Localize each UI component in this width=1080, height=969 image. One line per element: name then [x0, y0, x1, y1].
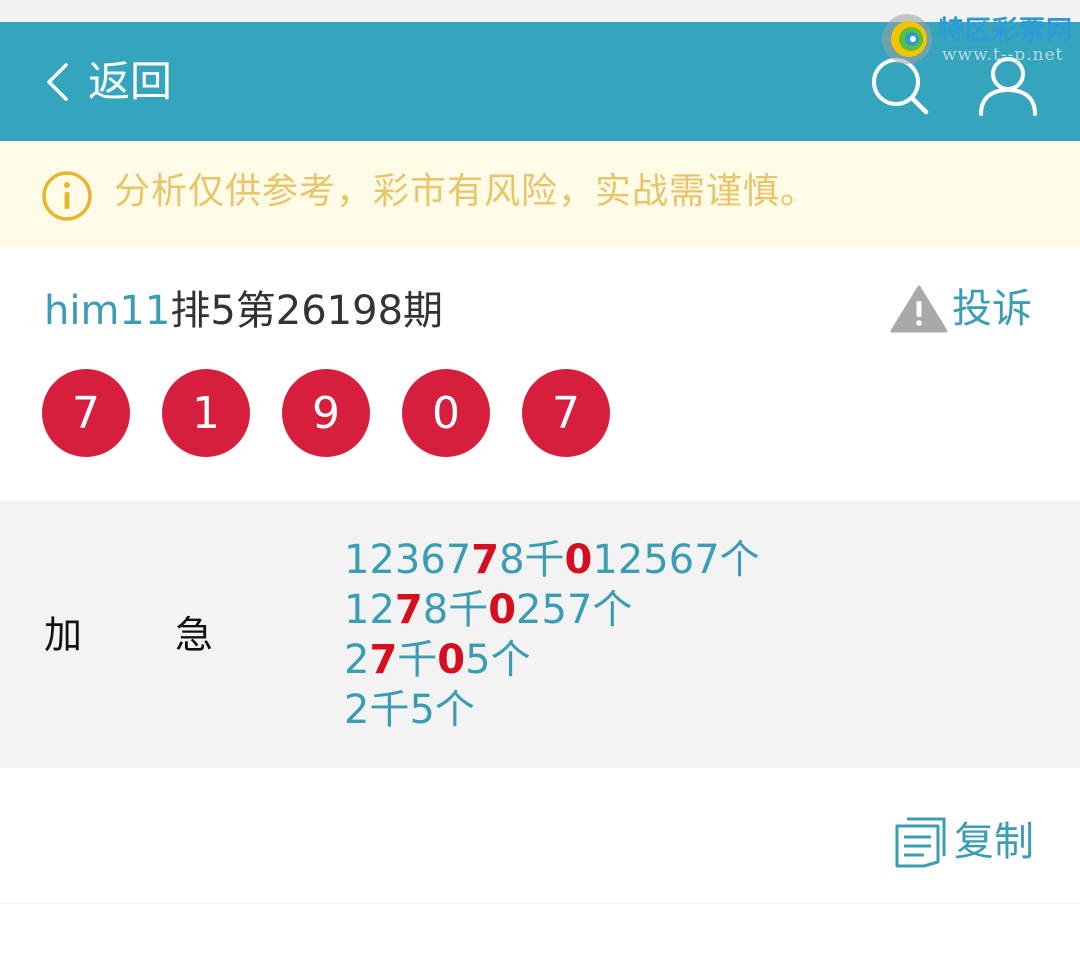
- prediction-text: 257个: [516, 587, 633, 633]
- prediction-text: 2千5个: [344, 687, 475, 733]
- copy-document-icon: [895, 817, 946, 868]
- post-title: him11排5第26198期: [44, 286, 443, 336]
- prediction-line: 1278千0257个: [344, 585, 760, 635]
- hit-digit: 0: [488, 587, 517, 633]
- prediction-label-1: 加: [44, 613, 83, 657]
- draw-ball: 7: [522, 369, 610, 457]
- site-watermark: 特区彩票网 www.t--p.net: [880, 8, 1075, 66]
- info-circle-icon: [42, 171, 92, 221]
- prediction-line: 1236778千012567个: [344, 535, 760, 585]
- watermark-logo-icon: [882, 14, 932, 64]
- prediction-label-2: 急: [175, 613, 214, 657]
- hit-digit: 0: [437, 637, 466, 683]
- draw-ball: 1: [162, 369, 250, 457]
- prediction-text: 8千: [422, 587, 489, 633]
- copy-label: 复制: [954, 819, 1034, 865]
- hit-digit: 7: [394, 587, 423, 633]
- complain-label: 投诉: [952, 286, 1032, 332]
- prediction-line: 27千05个: [344, 635, 760, 685]
- hit-digit: 0: [564, 537, 593, 583]
- hit-digit: 7: [369, 637, 398, 683]
- notice-text: 分析仅供参考，彩市有风险，实战需谨慎。: [114, 171, 818, 212]
- prediction-lines: 1236778千012567个 1278千0257个 27千05个 2千5个: [344, 535, 760, 735]
- divider: [0, 903, 1080, 904]
- prediction-text: 12: [344, 587, 395, 633]
- back-button[interactable]: 返回: [44, 60, 172, 104]
- hit-digit: 7: [471, 537, 500, 583]
- prediction-text: 千: [397, 637, 438, 683]
- warning-triangle-icon: [890, 285, 948, 333]
- author-username[interactable]: him11: [44, 288, 170, 334]
- draw-ball: 7: [42, 369, 130, 457]
- back-label: 返回: [88, 57, 173, 106]
- watermark-title: 特区彩票网: [938, 16, 1074, 46]
- complain-button[interactable]: 投诉: [890, 284, 1032, 334]
- issue-title: 排5第26198期: [170, 288, 444, 334]
- prediction-text: 8千: [499, 537, 565, 583]
- watermark-url: www.t--p.net: [942, 45, 1064, 65]
- prediction-text: 12367: [344, 537, 472, 583]
- chevron-left-icon: [47, 63, 68, 101]
- prediction-text: 12567个: [592, 537, 760, 583]
- prediction-line: 2千5个: [344, 685, 760, 735]
- prediction-text: 2: [344, 637, 370, 683]
- draw-ball: 0: [402, 369, 490, 457]
- draw-numbers: 7 1 9 0 7: [42, 369, 610, 457]
- draw-ball: 9: [282, 369, 370, 457]
- prediction-text: 5个: [465, 637, 531, 683]
- copy-button[interactable]: 复制: [894, 816, 1034, 868]
